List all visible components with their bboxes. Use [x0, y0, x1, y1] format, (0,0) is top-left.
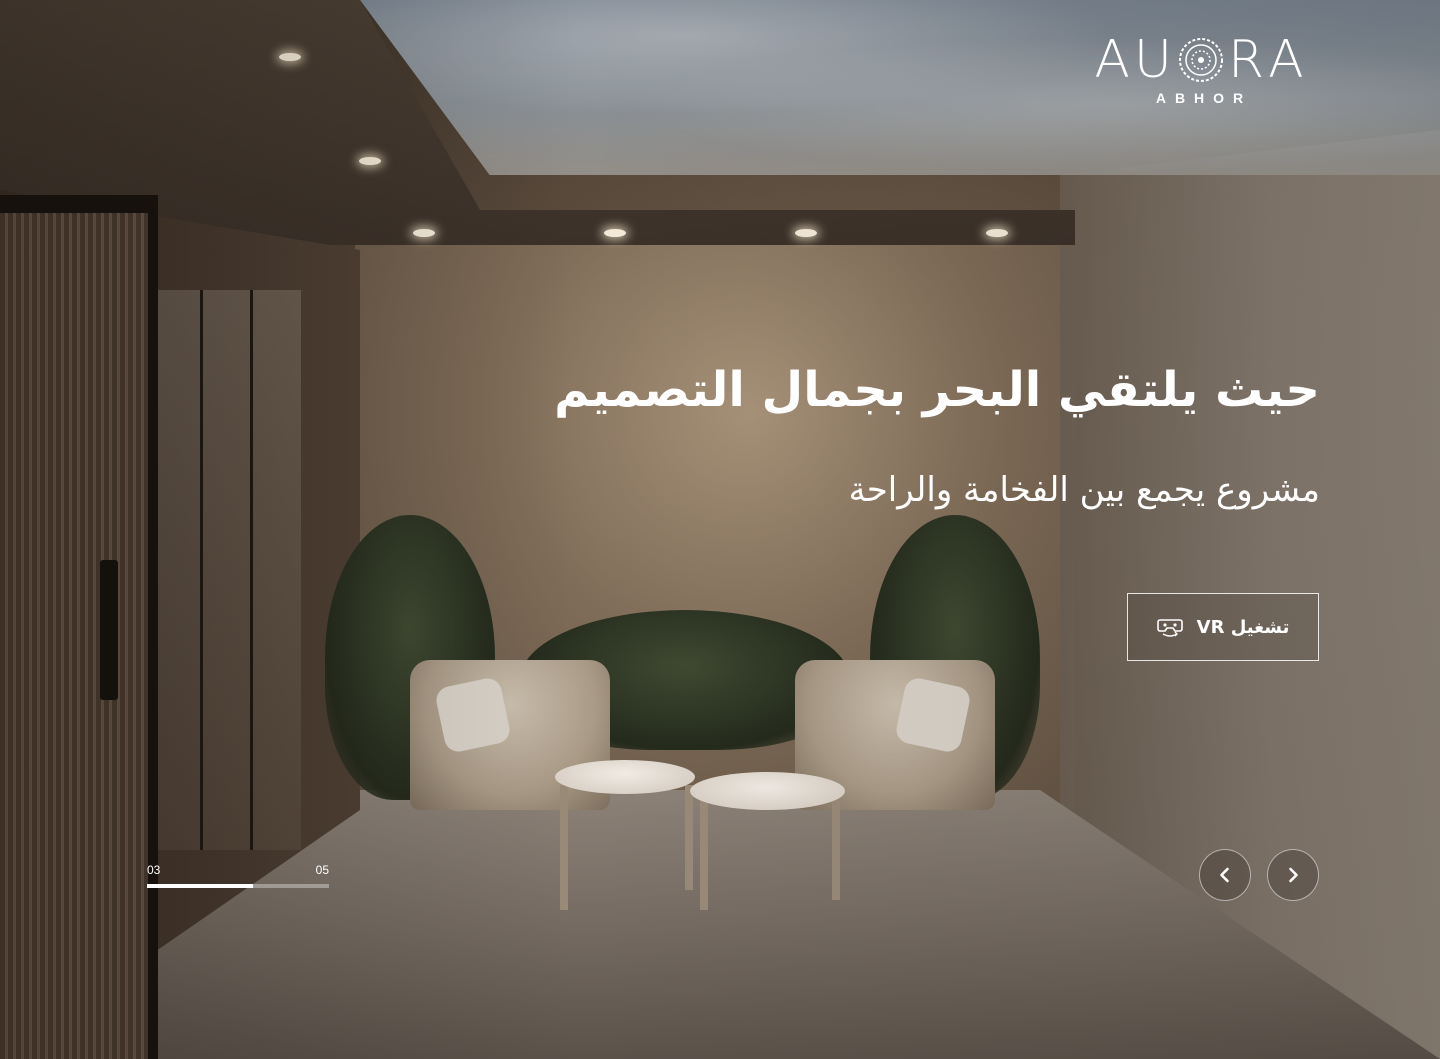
logo-letter: O: [1226, 35, 1227, 36]
chevron-left-icon: [1216, 866, 1234, 884]
ceiling-light: [279, 53, 301, 61]
logo-letter: U: [1133, 30, 1174, 90]
glass-panel: [250, 290, 301, 850]
background-table-leg: [832, 800, 840, 900]
background-door: [0, 195, 158, 1059]
logo-letter: A: [1094, 30, 1132, 90]
background-table-leg: [700, 800, 708, 910]
background-side-table: [555, 760, 695, 794]
slider-next-button[interactable]: [1267, 849, 1319, 901]
ceiling-light: [413, 229, 435, 237]
slide-current-number: 03: [147, 863, 161, 877]
background-coffee-table: [690, 772, 845, 810]
hero-subheadline: مشروع يجمع بين الفخامة والراحة: [848, 470, 1320, 510]
background-table-leg: [560, 785, 568, 910]
slide-progress: 03 05: [147, 863, 329, 889]
slide-progress-fill: [147, 884, 253, 888]
background-cushion: [433, 675, 513, 755]
logo-wordmark: A U O R A: [1080, 34, 1320, 86]
hero-section: A U O R A ABHOR حيث يلتقي البحر بجمال ال…: [0, 0, 1440, 1059]
background-door-handle: [100, 560, 118, 700]
vr-headset-icon: [1156, 616, 1183, 638]
logo-subtitle: ABHOR: [1155, 90, 1253, 106]
ceiling-light: [795, 229, 817, 237]
background-table-leg: [685, 785, 693, 890]
slider-prev-button[interactable]: [1199, 849, 1251, 901]
chevron-right-icon: [1284, 866, 1302, 884]
logo-letter: A: [1268, 30, 1306, 90]
brand-logo[interactable]: A U O R A ABHOR: [1080, 34, 1320, 106]
hero-headline: حيث يلتقي البحر بجمال التصميم: [554, 362, 1320, 418]
vr-play-button[interactable]: تشغيل VR: [1127, 593, 1319, 661]
glass-panel: [200, 290, 251, 850]
slide-total-number: 05: [315, 863, 329, 877]
logo-ornament-icon: O: [1176, 35, 1226, 85]
vr-play-button-label: تشغيل VR: [1196, 616, 1290, 638]
ceiling-light: [986, 229, 1008, 237]
slide-progress-track: [147, 884, 329, 888]
ceiling-light: [359, 157, 381, 165]
background-cushion: [893, 675, 973, 755]
logo-letter: R: [1227, 30, 1267, 90]
ceiling-light: [604, 229, 626, 237]
